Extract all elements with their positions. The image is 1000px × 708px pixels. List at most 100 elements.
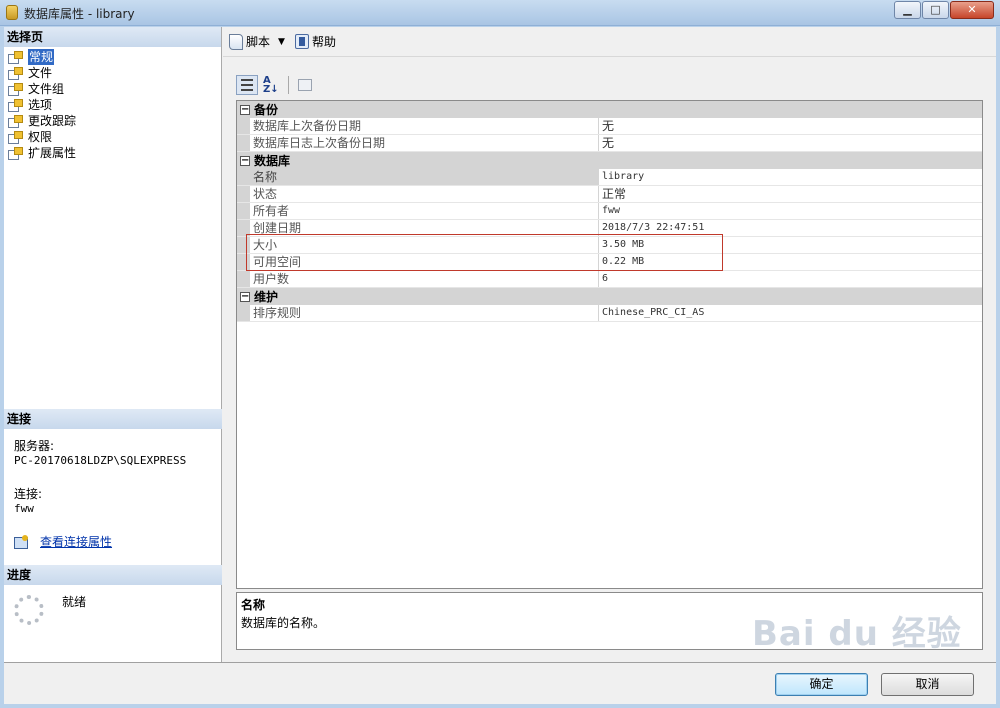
page-item-filegroups[interactable]: 文件组	[4, 81, 221, 97]
property-row[interactable]: 可用空间 0.22 MB	[237, 254, 982, 271]
view-connection-properties-link[interactable]: 查看连接属性	[40, 533, 112, 550]
row-gutter	[237, 254, 250, 270]
category-label: 维护	[254, 290, 279, 304]
page-label: 权限	[28, 130, 53, 144]
property-value: 0.22 MB	[602, 256, 645, 267]
property-row[interactable]: 数据库上次备份日期 无	[237, 118, 982, 135]
property-value: 无	[602, 119, 615, 133]
property-name: 状态	[250, 186, 599, 202]
category-maintenance[interactable]: − 维护	[237, 288, 982, 305]
ok-button[interactable]: 确定	[775, 673, 868, 696]
page-label: 文件组	[28, 82, 65, 96]
page-item-general[interactable]: 常规	[4, 49, 221, 65]
property-row[interactable]: 状态 正常	[237, 186, 982, 203]
page-label: 文件	[28, 66, 53, 80]
row-gutter	[237, 186, 250, 202]
page-icon	[8, 99, 23, 112]
left-pane: 选择页 常规 文件 文件组 选项 更改跟踪 权限 扩展属性 连接 服务器: PC…	[4, 27, 222, 662]
property-row[interactable]: 所有者 fww	[237, 203, 982, 220]
property-grid-toolbar: A Z↓	[236, 75, 317, 95]
categorized-view-button[interactable]	[236, 75, 258, 95]
close-button[interactable]: ✕	[950, 1, 994, 19]
page-item-permissions[interactable]: 权限	[4, 129, 221, 145]
server-value: PC-20170618LDZP\SQLEXPRESS	[14, 454, 187, 467]
property-name: 名称	[250, 169, 599, 185]
connection-value: fww	[14, 502, 34, 515]
property-name: 用户数	[250, 271, 599, 287]
connection-body: 服务器: PC-20170618LDZP\SQLEXPRESS 连接: fww …	[4, 429, 222, 558]
property-row[interactable]: 大小 3.50 MB	[237, 237, 982, 254]
property-value: Chinese_PRC_CI_AS	[602, 307, 705, 318]
property-value: library	[602, 171, 645, 182]
view-connection-properties[interactable]: 查看连接属性	[14, 533, 212, 550]
category-label: 备份	[254, 103, 279, 117]
property-pages-icon	[298, 79, 312, 91]
property-row[interactable]: 数据库日志上次备份日期 无	[237, 135, 982, 152]
script-icon	[229, 33, 243, 50]
property-name: 可用空间	[250, 254, 599, 270]
progress-status: 就绪	[62, 595, 87, 609]
dropdown-arrow-icon[interactable]: ▼	[278, 37, 285, 47]
collapse-icon[interactable]: −	[240, 104, 250, 115]
server-label: 服务器:	[14, 439, 55, 453]
page-item-files[interactable]: 文件	[4, 65, 221, 81]
page-item-extended-properties[interactable]: 扩展属性	[4, 145, 221, 161]
help-button[interactable]: 帮助	[294, 33, 336, 50]
page-item-change-tracking[interactable]: 更改跟踪	[4, 113, 221, 129]
window-title: 数据库属性 - library	[24, 7, 135, 21]
cancel-button[interactable]: 取消	[881, 673, 974, 696]
page-item-options[interactable]: 选项	[4, 97, 221, 113]
select-page-header: 选择页	[4, 27, 221, 47]
database-icon	[6, 5, 18, 20]
collapse-icon[interactable]: −	[240, 155, 250, 166]
toolbar: 脚本 ▼ 帮助	[223, 27, 996, 57]
page-list: 常规 文件 文件组 选项 更改跟踪 权限 扩展属性	[4, 47, 221, 161]
page-label: 选项	[28, 98, 53, 112]
row-gutter	[237, 135, 250, 151]
property-pages-button[interactable]	[293, 75, 315, 95]
category-database[interactable]: − 数据库	[237, 152, 982, 169]
category-label: 数据库	[254, 154, 291, 168]
maximize-button[interactable]: □	[922, 1, 949, 19]
right-pane: 脚本 ▼ 帮助 A Z↓ − 备份 数据库上次备份日期 无 数据库日志上次备份日…	[223, 27, 996, 662]
title-bar: 数据库属性 - library ▁ □ ✕	[0, 0, 1000, 26]
page-icon	[8, 67, 23, 80]
script-label: 脚本	[246, 35, 271, 49]
property-row[interactable]: 创建日期 2018/7/3 22:47:51	[237, 220, 982, 237]
help-label: 帮助	[311, 35, 336, 49]
property-name: 数据库上次备份日期	[250, 118, 599, 134]
property-value: 3.50 MB	[602, 239, 645, 250]
row-gutter	[237, 203, 250, 219]
collapse-icon[interactable]: −	[240, 291, 250, 302]
property-value: 6	[602, 273, 609, 284]
connection-section: 连接 服务器: PC-20170618LDZP\SQLEXPRESS 连接: f…	[4, 409, 222, 558]
description-text: 数据库的名称。	[241, 616, 326, 630]
page-icon	[8, 131, 23, 144]
categorized-icon	[241, 79, 253, 91]
property-name: 大小	[250, 237, 599, 253]
alphabetical-sort-button[interactable]: A Z↓	[260, 75, 282, 95]
window-controls: ▁ □ ✕	[893, 1, 994, 19]
page-icon	[8, 51, 23, 64]
property-row[interactable]: 用户数 6	[237, 271, 982, 288]
row-gutter	[237, 237, 250, 253]
row-gutter	[237, 118, 250, 134]
row-gutter	[237, 271, 250, 287]
property-name: 创建日期	[250, 220, 599, 236]
property-name: 所有者	[250, 203, 599, 219]
property-row[interactable]: 排序规则 Chinese_PRC_CI_AS	[237, 305, 982, 322]
property-value: 2018/7/3 22:47:51	[602, 222, 705, 233]
property-name: 排序规则	[250, 305, 599, 321]
description-title: 名称	[241, 598, 266, 612]
row-gutter	[237, 169, 250, 185]
row-gutter	[237, 305, 250, 321]
category-backup[interactable]: − 备份	[237, 101, 982, 118]
progress-header: 进度	[4, 565, 222, 585]
connection-properties-icon	[14, 534, 30, 549]
page-label: 扩展属性	[28, 146, 77, 160]
progress-spinner-icon	[14, 595, 44, 625]
minimize-button[interactable]: ▁	[894, 1, 921, 19]
script-button[interactable]: 脚本 ▼	[229, 33, 285, 50]
sort-az-icon: A Z↓	[263, 75, 279, 95]
property-row[interactable]: 名称 library	[237, 169, 982, 186]
